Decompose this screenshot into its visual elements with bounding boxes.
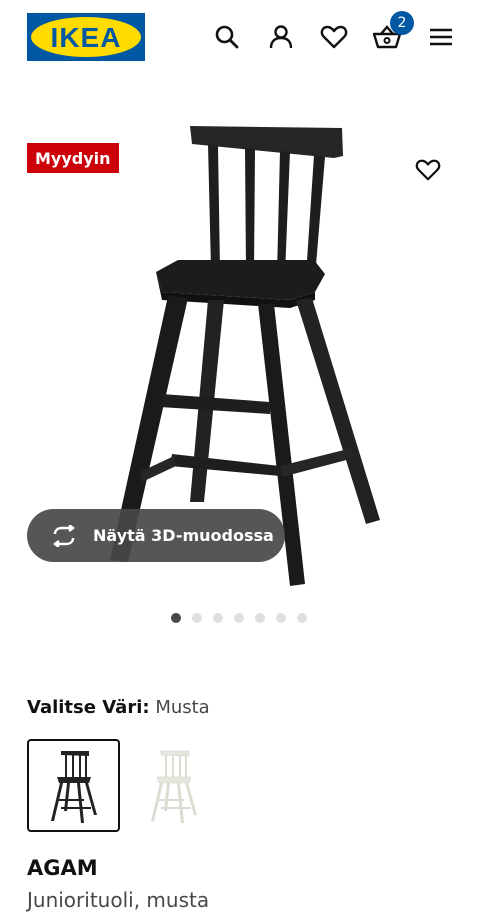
carousel-dot[interactable] bbox=[255, 613, 265, 623]
ikea-logo[interactable]: IKEA bbox=[27, 13, 145, 61]
color-label: Valitse Väri: bbox=[27, 697, 150, 718]
color-selection-label: Valitse Väri: Musta bbox=[27, 697, 210, 718]
cart-count-badge: 2 bbox=[390, 11, 414, 35]
carousel-dot[interactable] bbox=[297, 613, 307, 623]
chair-thumbnail-black bbox=[50, 750, 97, 823]
heart-icon bbox=[415, 159, 441, 181]
bestseller-badge: Myydyin bbox=[27, 143, 119, 173]
view-3d-button[interactable]: Näytä 3D-muodossa bbox=[27, 509, 285, 562]
carousel-dot[interactable] bbox=[192, 613, 202, 623]
chair-thumbnail-white bbox=[150, 750, 197, 823]
color-value: Musta bbox=[155, 697, 210, 718]
header: IKEA 2 bbox=[0, 0, 480, 76]
add-to-favourites-button[interactable] bbox=[412, 154, 444, 186]
product-description: Juniorituoli, musta bbox=[27, 888, 210, 912]
menu-icon[interactable] bbox=[426, 22, 456, 52]
logo-text: IKEA bbox=[51, 22, 122, 53]
heart-icon[interactable] bbox=[319, 22, 349, 52]
carousel-dot[interactable] bbox=[234, 613, 244, 623]
carousel-dot[interactable] bbox=[276, 613, 286, 623]
color-option-black[interactable] bbox=[27, 739, 120, 832]
carousel-dot[interactable] bbox=[213, 613, 223, 623]
search-icon[interactable] bbox=[212, 22, 242, 52]
product-name: AGAM bbox=[27, 856, 98, 880]
account-icon[interactable] bbox=[266, 22, 296, 52]
image-carousel-dots bbox=[171, 613, 307, 623]
view-3d-label: Näytä 3D-muodossa bbox=[93, 526, 274, 545]
rotate-3d-icon bbox=[49, 524, 79, 548]
carousel-dot[interactable] bbox=[171, 613, 181, 623]
color-option-white[interactable] bbox=[127, 739, 220, 832]
